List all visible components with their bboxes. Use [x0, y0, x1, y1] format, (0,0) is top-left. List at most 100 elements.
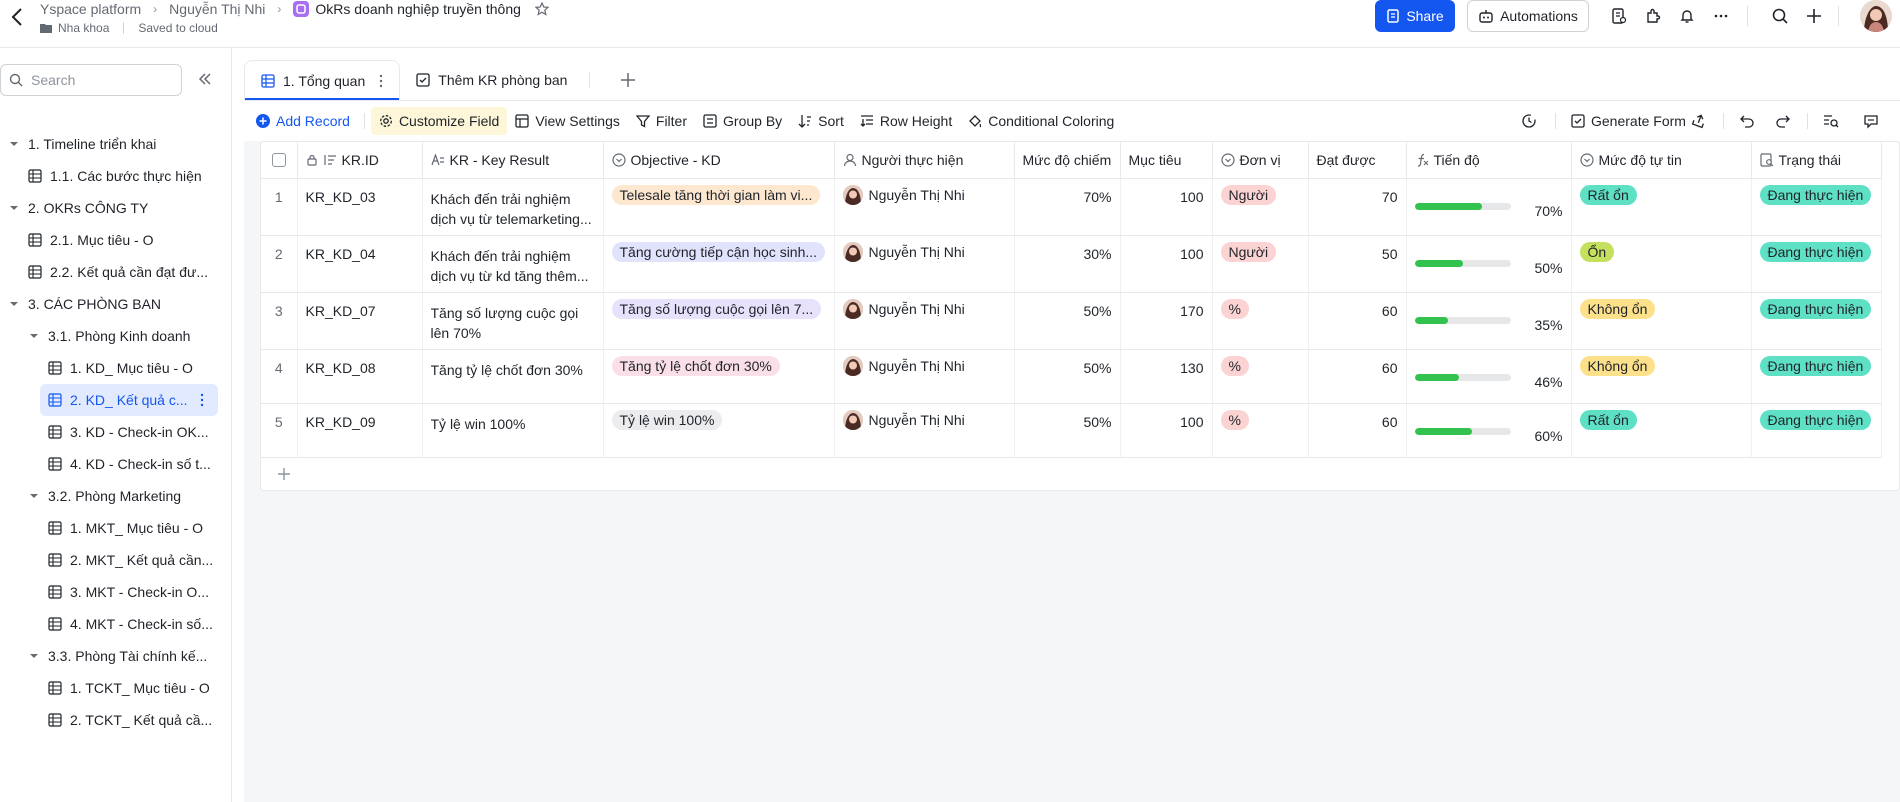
generate-form-button[interactable]: Generate Form [1563, 107, 1694, 135]
cell-key-result[interactable]: Tăng tỷ lệ chốt đơn 30% [422, 349, 604, 404]
view-settings-button[interactable]: View Settings [507, 107, 628, 135]
sidebar-item[interactable]: 4. MKT - Check-in số... [0, 608, 222, 640]
cell-objective[interactable]: Tăng cường tiếp cận học sinh... [603, 235, 835, 293]
sidebar-item[interactable]: 1. MKT_ Mục tiêu - O [0, 512, 222, 544]
conditional-coloring-button[interactable]: Conditional Coloring [960, 107, 1122, 135]
more-vertical-icon[interactable] [379, 74, 383, 88]
share-export-icon[interactable] [1689, 111, 1709, 131]
cell-key-result[interactable]: Khách đến trải nghiệm dịch vụ từ telemar… [422, 178, 604, 236]
add-row-button[interactable] [261, 458, 1899, 490]
add-view-icon[interactable] [618, 70, 638, 90]
cell-person[interactable]: Nguyễn Thị Nhi [834, 349, 1015, 404]
cell-weight[interactable]: 70% [1014, 178, 1121, 236]
cell-kr-id[interactable]: KR_KD_09 [297, 403, 423, 458]
column-header-unit[interactable]: Đơn vị [1212, 142, 1309, 179]
tab-tong-quan[interactable]: 1. Tổng quan [244, 60, 401, 100]
cell-person[interactable]: Nguyễn Thị Nhi [834, 403, 1015, 458]
history-icon[interactable] [1519, 111, 1539, 131]
cell-confidence[interactable]: Không ổn [1571, 292, 1752, 350]
cell-target[interactable]: 130 [1120, 349, 1213, 404]
comment-icon[interactable] [1861, 111, 1881, 131]
cell-unit[interactable]: Người [1212, 178, 1309, 236]
caret-down-icon[interactable] [28, 650, 40, 662]
sort-button[interactable]: Sort [790, 107, 852, 135]
filter-button[interactable]: Filter [628, 107, 695, 135]
cell-achieved[interactable]: 60 [1308, 292, 1407, 350]
cell-kr-id[interactable]: KR_KD_04 [297, 235, 423, 293]
cell-kr-id[interactable]: KR_KD_03 [297, 178, 423, 236]
cell-unit[interactable]: % [1212, 349, 1309, 404]
add-record-button[interactable]: Add Record [248, 107, 358, 135]
table-row[interactable]: 2 KR_KD_04 Khách đến trải nghiệm dịch vụ t… [261, 235, 1882, 293]
search-input[interactable]: Search [0, 64, 182, 96]
breadcrumb-user[interactable]: Nguyễn Thị Nhi [169, 1, 265, 17]
column-header-confidence[interactable]: Mức độ tự tin [1571, 142, 1752, 179]
cell-confidence[interactable]: Rất ổn [1571, 403, 1752, 458]
cell-objective[interactable]: Telesale tăng thời gian làm vi... [603, 178, 835, 236]
sidebar-item[interactable]: 1.1. Các bước thực hiện [0, 160, 222, 192]
plugin-icon[interactable] [1643, 6, 1663, 26]
sidebar-folder[interactable]: 3. CÁC PHÒNG BAN [0, 288, 222, 320]
user-avatar[interactable] [1860, 0, 1892, 32]
plus-icon[interactable] [1804, 6, 1824, 26]
search-icon[interactable] [1770, 6, 1790, 26]
cell-unit[interactable]: % [1212, 403, 1309, 458]
more-icon[interactable] [1711, 6, 1731, 26]
column-header-achieved[interactable]: Đạt được [1308, 142, 1407, 179]
sidebar-item[interactable]: 4. KD - Check-in số t... [0, 448, 222, 480]
cell-unit[interactable]: % [1212, 292, 1309, 350]
cell-achieved[interactable]: 60 [1308, 403, 1407, 458]
cell-person[interactable]: Nguyễn Thị Nhi [834, 235, 1015, 293]
cell-achieved[interactable]: 50 [1308, 235, 1407, 293]
cell-status[interactable]: Đang thực hiện [1751, 349, 1882, 404]
caret-down-icon[interactable] [8, 202, 20, 214]
column-header-key-result[interactable]: KR - Key Result [422, 142, 604, 179]
cell-weight[interactable]: 30% [1014, 235, 1121, 293]
find-replace-icon[interactable] [1821, 111, 1841, 131]
breadcrumb-workspace[interactable]: Yspace platform [40, 1, 141, 17]
cell-weight[interactable]: 50% [1014, 349, 1121, 404]
cell-weight[interactable]: 50% [1014, 292, 1121, 350]
star-icon[interactable] [534, 2, 549, 16]
cell-confidence[interactable]: Không ổn [1571, 349, 1752, 404]
cell-confidence[interactable]: Ổn [1571, 235, 1752, 293]
cell-status[interactable]: Đang thực hiện [1751, 403, 1882, 458]
cell-kr-id[interactable]: KR_KD_08 [297, 349, 423, 404]
cell-key-result[interactable]: Tỷ lệ win 100% [422, 403, 604, 458]
cell-achieved[interactable]: 70 [1308, 178, 1407, 236]
caret-down-icon[interactable] [28, 330, 40, 342]
table-row[interactable]: 4 KR_KD_08 Tăng tỷ lệ chốt đơn 30% Tăng tỷ … [261, 349, 1882, 404]
cell-kr-id[interactable]: KR_KD_07 [297, 292, 423, 350]
column-header-objective[interactable]: Objective - KD [603, 142, 835, 179]
cell-person[interactable]: Nguyễn Thị Nhi [834, 292, 1015, 350]
cell-weight[interactable]: 50% [1014, 403, 1121, 458]
collapse-sidebar-icon[interactable] [196, 70, 214, 88]
table-row[interactable]: 5 KR_KD_09 Tỷ lệ win 100% Tỷ lệ win 100% Ngu… [261, 403, 1882, 458]
document-list-icon[interactable] [1609, 6, 1629, 26]
cell-unit[interactable]: Người [1212, 235, 1309, 293]
row-height-button[interactable]: Row Height [852, 107, 960, 135]
tab-them-kr-phong-ban[interactable]: Thêm KR phòng ban [400, 60, 606, 100]
cell-target[interactable]: 100 [1120, 178, 1213, 236]
caret-down-icon[interactable] [28, 490, 40, 502]
cell-target[interactable]: 100 [1120, 403, 1213, 458]
sidebar-item[interactable]: 1. TCKT_ Mục tiêu - O [0, 672, 222, 704]
automations-button[interactable]: Automations [1467, 0, 1589, 32]
cell-key-result[interactable]: Khách đến trải nghiệm dịch vụ từ kd tăng… [422, 235, 604, 293]
sidebar-item[interactable]: 2. KD_ Kết quả c... [40, 384, 218, 416]
cell-objective[interactable]: Tỷ lệ win 100% [603, 403, 835, 458]
cell-objective[interactable]: Tăng tỷ lệ chốt đơn 30% [603, 349, 835, 404]
caret-down-icon[interactable] [8, 138, 20, 150]
back-arrow-icon[interactable] [8, 6, 28, 28]
sidebar-folder[interactable]: 3.2. Phòng Marketing [0, 480, 222, 512]
cell-status[interactable]: Đang thực hiện [1751, 235, 1882, 293]
sidebar-item[interactable]: 2. TCKT_ Kết quả cầ... [0, 704, 222, 736]
cell-confidence[interactable]: Rất ổn [1571, 178, 1752, 236]
cell-target[interactable]: 100 [1120, 235, 1213, 293]
undo-icon[interactable] [1737, 111, 1757, 131]
cell-objective[interactable]: Tăng số lượng cuộc gọi lên 7... [603, 292, 835, 350]
group-by-button[interactable]: Group By [695, 107, 790, 135]
sidebar-folder[interactable]: 2. OKRs CÔNG TY [0, 192, 222, 224]
share-button[interactable]: Share [1375, 0, 1455, 32]
select-all-checkbox[interactable] [261, 142, 298, 179]
